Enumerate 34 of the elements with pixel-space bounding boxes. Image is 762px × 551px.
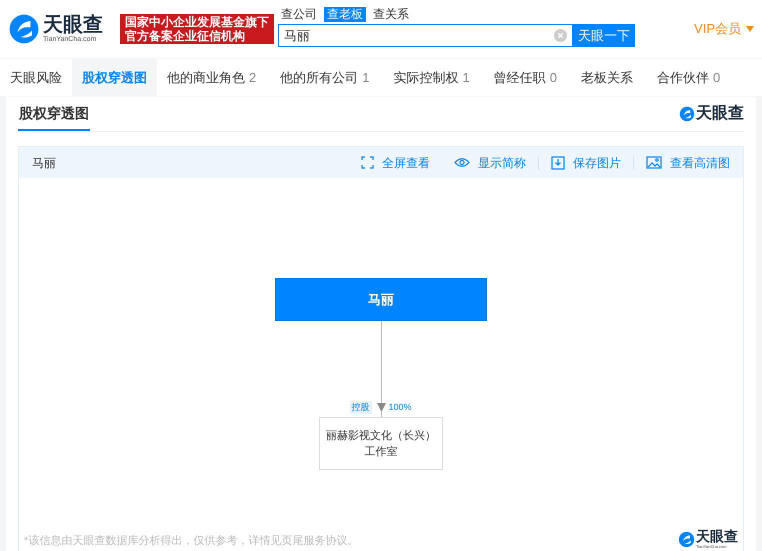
banner-text: 官方备案企业征信机构	[125, 29, 246, 43]
tab[interactable]: 他的所有公司 1	[270, 59, 380, 96]
edge-tag: 控股	[350, 401, 372, 414]
image-icon	[646, 156, 662, 169]
tab[interactable]: 老板关系	[570, 59, 643, 96]
logo-icon	[678, 530, 695, 548]
person-node[interactable]: 马丽	[275, 278, 487, 321]
disclaimer-text: *该信息由天眼查数据库分析得出，仅供参考，详情见页尾服务协议。	[24, 534, 358, 548]
logo-text: 天眼查	[696, 529, 738, 544]
fullscreen-icon	[361, 156, 374, 169]
person-name: 马丽	[32, 154, 56, 172]
logo-text: 天眼查	[696, 104, 744, 124]
caret-icon	[746, 26, 754, 32]
search-tab[interactable]: 查公司	[278, 7, 320, 22]
eye-icon	[454, 157, 470, 168]
search-field[interactable]: 马丽	[278, 24, 573, 47]
tab[interactable]: 实际控制权 1	[383, 59, 480, 96]
tab[interactable]: 合作伙伴 0	[646, 59, 730, 96]
logo-icon	[679, 106, 695, 122]
tab[interactable]: 天眼风险	[0, 59, 72, 96]
edge-percent: 100%	[388, 401, 412, 414]
search-button[interactable]: 天眼一下	[573, 24, 635, 47]
section-title[interactable]: 股权穿透图	[18, 97, 90, 131]
arrow-icon	[376, 403, 386, 412]
search-tab[interactable]: 查关系	[370, 7, 412, 22]
logo-icon	[8, 13, 40, 45]
tab[interactable]: 他的商业角色 2	[157, 59, 266, 96]
tab[interactable]: 曾经任职 0	[484, 59, 567, 96]
logo-text: 天眼查	[43, 14, 103, 36]
company-node[interactable]: 丽赫影视文化（长兴）工作室	[319, 417, 443, 470]
clear-icon[interactable]	[554, 29, 567, 42]
download-icon	[551, 156, 565, 170]
banner-text: 国家中小企业发展基金旗下	[125, 15, 269, 29]
search-tab[interactable]: 查老板	[324, 7, 366, 22]
